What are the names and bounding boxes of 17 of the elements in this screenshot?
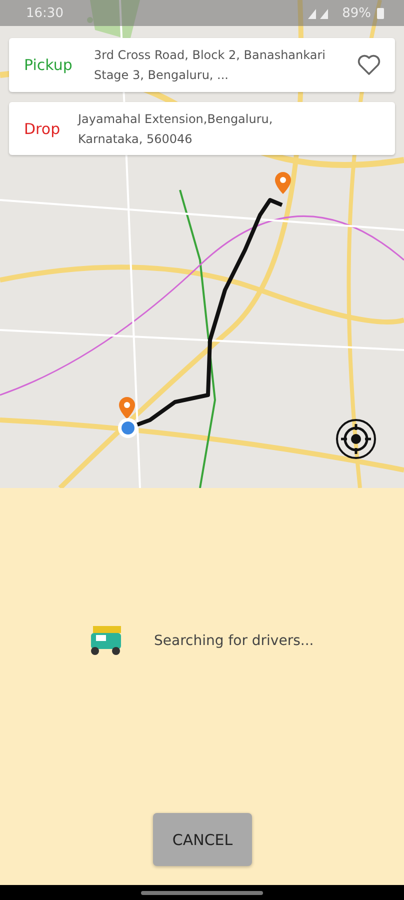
home-handle[interactable]	[141, 890, 263, 894]
status-time: 16:30	[26, 6, 64, 20]
drop-card[interactable]: Drop Jayamahal Extension,Bengaluru, Karnataka, 560046	[9, 102, 395, 155]
pin-icon	[119, 397, 135, 419]
current-location-icon	[118, 418, 138, 438]
pin-icon	[275, 172, 291, 194]
cancel-button[interactable]: CANCEL	[153, 813, 252, 866]
drop-address: Jayamahal Extension,Bengaluru, Karnataka, 560046	[78, 110, 274, 148]
status-message: Searching for drivers...	[154, 632, 314, 648]
battery-icon	[377, 7, 384, 19]
pickup-label: Pickup	[23, 56, 74, 74]
battery-level: 89%	[342, 6, 371, 20]
drop-label: Drop	[23, 120, 62, 138]
locate-icon[interactable]	[335, 418, 377, 460]
pickup-address: 3rd Cross Road, Block 2, Banashankari Stage 3, Bengaluru, ...	[94, 47, 326, 84]
pickup-card[interactable]: Pickup 3rd Cross Road, Block 2, Banashankari Stage 3, Bengaluru, ...	[9, 38, 395, 92]
heart-icon[interactable]	[357, 54, 381, 76]
